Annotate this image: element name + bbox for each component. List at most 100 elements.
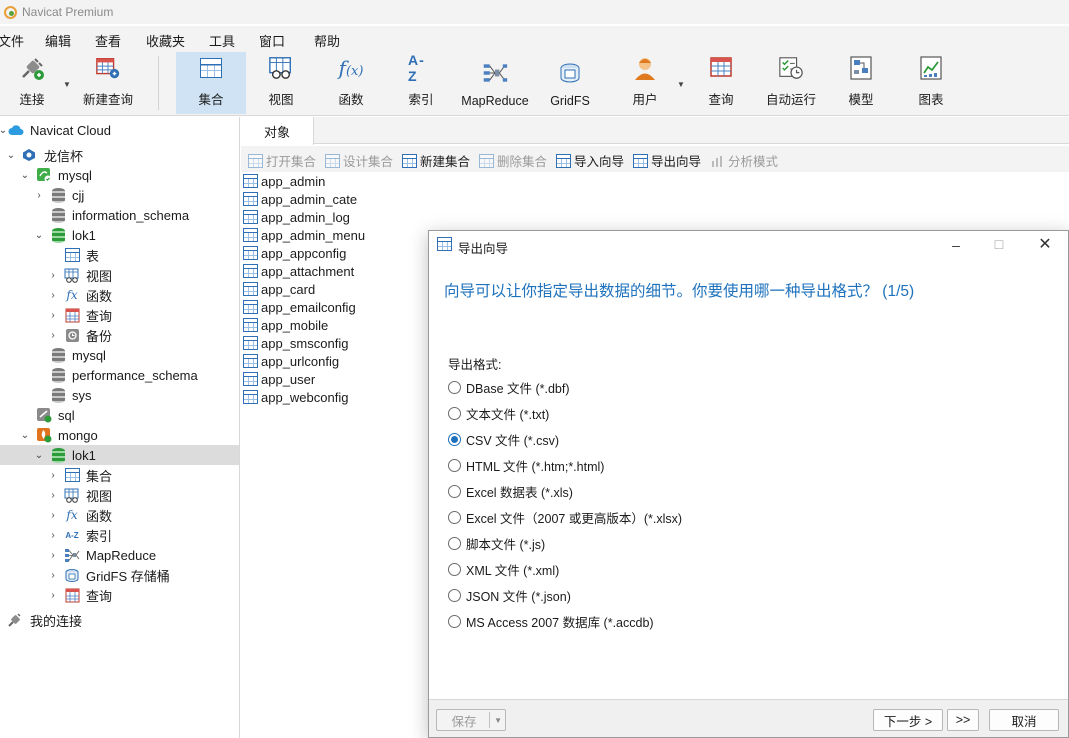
radio-button[interactable]: [448, 432, 461, 446]
new-collection-button[interactable]: 新建集合: [402, 151, 470, 170]
menu-window[interactable]: 窗口: [259, 31, 285, 50]
radio-button[interactable]: [448, 380, 461, 394]
design-collection-button[interactable]: 设计集合: [325, 151, 393, 170]
tree-item-queries[interactable]: › 查询: [0, 305, 239, 325]
chevron-right-icon[interactable]: ›: [48, 290, 58, 301]
tree-item-database-information-schema[interactable]: information_schema: [0, 205, 239, 225]
tree-item-mongo-connection[interactable]: ⌄ mongo: [0, 425, 239, 445]
collection-item[interactable]: app_admin_cate: [243, 190, 357, 208]
menu-file[interactable]: 文件: [0, 31, 24, 50]
tree-item-database-sys[interactable]: sys: [0, 385, 239, 405]
collection-item[interactable]: app_smsconfig: [243, 334, 348, 352]
collection-item[interactable]: app_urlconfig: [243, 352, 339, 370]
tree-item-views[interactable]: › 视图: [0, 265, 239, 285]
tab-objects[interactable]: 对象: [241, 117, 314, 145]
tree-item-sql-connection[interactable]: sql: [0, 405, 239, 425]
chevron-down-icon[interactable]: ⌄: [20, 170, 30, 181]
tree-item-database-cjj[interactable]: › cjj: [0, 185, 239, 205]
toolbar-connect-button[interactable]: 连接: [6, 52, 58, 114]
collection-item[interactable]: app_appconfig: [243, 244, 346, 262]
tree-item-indexes[interactable]: › A-Z 索引: [0, 525, 239, 545]
toolbar-function-button[interactable]: f(x) 函数: [322, 52, 380, 114]
toolbar-index-button[interactable]: A-Z 索引: [392, 52, 450, 114]
chevron-right-icon[interactable]: ›: [48, 490, 58, 501]
radio-button[interactable]: [448, 614, 461, 628]
collection-item[interactable]: app_mobile: [243, 316, 328, 334]
chevron-right-icon[interactable]: ›: [48, 310, 58, 321]
radio-button[interactable]: [448, 588, 461, 602]
tree-item-mongo-lok1[interactable]: ⌄ lok1: [0, 445, 239, 465]
tree-item-mysql-connection[interactable]: ⌄ mysql: [0, 165, 239, 185]
format-option-js[interactable]: 脚本文件 (*.js): [448, 534, 545, 552]
radio-button[interactable]: [448, 406, 461, 420]
tree-item-project[interactable]: ⌄ 龙信杯: [0, 145, 239, 165]
tree-item-database-lok1[interactable]: ⌄ lok1: [0, 225, 239, 245]
toolbar-automation-button[interactable]: 自动运行: [760, 52, 822, 114]
last-step-button[interactable]: >>: [947, 709, 979, 731]
collection-item[interactable]: app_admin_menu: [243, 226, 365, 244]
export-wizard-button[interactable]: 导出向导: [633, 151, 701, 170]
chevron-down-icon[interactable]: ⌄: [34, 450, 44, 461]
save-profile-button[interactable]: 保存 ▼: [436, 709, 506, 731]
toolbar-model-button[interactable]: 模型: [836, 52, 886, 114]
chevron-right-icon[interactable]: ›: [48, 530, 58, 541]
tree-item-collections[interactable]: › 集合: [0, 465, 239, 485]
collection-item[interactable]: app_attachment: [243, 262, 354, 280]
collection-item[interactable]: app_emailconfig: [243, 298, 356, 316]
format-option-csv[interactable]: CSV 文件 (*.csv): [448, 430, 559, 448]
tree-item-database-performance-schema[interactable]: performance_schema: [0, 365, 239, 385]
tree-item-backups[interactable]: › 备份: [0, 325, 239, 345]
format-option-xml[interactable]: XML 文件 (*.xml): [448, 560, 559, 578]
tree-item-mapreduce[interactable]: › MapReduce: [0, 545, 239, 565]
minimize-icon[interactable]: –: [946, 235, 966, 255]
chevron-down-icon[interactable]: ⌄: [34, 230, 44, 241]
radio-button[interactable]: [448, 484, 461, 498]
import-wizard-button[interactable]: 导入向导: [556, 151, 624, 170]
tree-item-navicat-cloud[interactable]: ⌄ Navicat Cloud: [0, 120, 239, 140]
chevron-down-icon[interactable]: ▼: [63, 80, 71, 89]
dialog-title-bar[interactable]: 导出向导 – ☐ ✕: [429, 231, 1068, 259]
tree-item-mongo-views[interactable]: › 视图: [0, 485, 239, 505]
chevron-down-icon[interactable]: ⌄: [0, 125, 8, 136]
analyze-schema-button[interactable]: 分析模式: [710, 151, 778, 170]
cancel-button[interactable]: 取消: [989, 709, 1059, 731]
open-collection-button[interactable]: 打开集合: [248, 151, 316, 170]
radio-button[interactable]: [448, 536, 461, 550]
chevron-right-icon[interactable]: ›: [48, 470, 58, 481]
chevron-down-icon[interactable]: ⌄: [20, 430, 30, 441]
toolbar-query-button[interactable]: 查询: [694, 52, 748, 114]
collection-item[interactable]: app_admin: [243, 172, 325, 190]
toolbar-new-query-button[interactable]: 新建查询: [78, 52, 138, 114]
close-icon[interactable]: ✕: [1035, 235, 1055, 255]
collection-item[interactable]: app_card: [243, 280, 315, 298]
chevron-down-icon[interactable]: ▼: [677, 80, 685, 89]
radio-button[interactable]: [448, 458, 461, 472]
format-option-xls[interactable]: Excel 数据表 (*.xls): [448, 482, 573, 500]
toolbar-chart-button[interactable]: 图表: [906, 52, 956, 114]
tree-item-mongo-functions[interactable]: › fx 函数: [0, 505, 239, 525]
menu-tools[interactable]: 工具: [209, 31, 235, 50]
menu-favorites[interactable]: 收藏夹: [146, 31, 185, 50]
collection-item[interactable]: app_webconfig: [243, 388, 348, 406]
radio-button[interactable]: [448, 510, 461, 524]
chevron-right-icon[interactable]: ›: [48, 330, 58, 341]
chevron-right-icon[interactable]: ›: [48, 510, 58, 521]
delete-collection-button[interactable]: 删除集合: [479, 151, 547, 170]
toolbar-mapreduce-button[interactable]: MapReduce: [456, 52, 534, 114]
tree-item-database-mysql[interactable]: mysql: [0, 345, 239, 365]
chevron-down-icon[interactable]: ▼: [494, 716, 502, 725]
format-option-txt[interactable]: 文本文件 (*.txt): [448, 404, 549, 422]
toolbar-gridfs-button[interactable]: GridFS: [542, 52, 598, 114]
collection-item[interactable]: app_user: [243, 370, 315, 388]
toolbar-user-button[interactable]: 用户: [620, 52, 670, 114]
chevron-right-icon[interactable]: ›: [34, 190, 44, 201]
tree-item-gridfs-buckets[interactable]: › GridFS 存储桶: [0, 565, 239, 585]
menu-view[interactable]: 查看: [95, 31, 121, 50]
format-option-json[interactable]: JSON 文件 (*.json): [448, 586, 571, 604]
menu-edit[interactable]: 编辑: [45, 31, 71, 50]
format-option-html[interactable]: HTML 文件 (*.htm;*.html): [448, 456, 604, 474]
chevron-down-icon[interactable]: ⌄: [6, 150, 16, 161]
chevron-right-icon[interactable]: ›: [48, 270, 58, 281]
collection-item[interactable]: app_admin_log: [243, 208, 350, 226]
tree-item-tables[interactable]: 表: [0, 245, 239, 265]
